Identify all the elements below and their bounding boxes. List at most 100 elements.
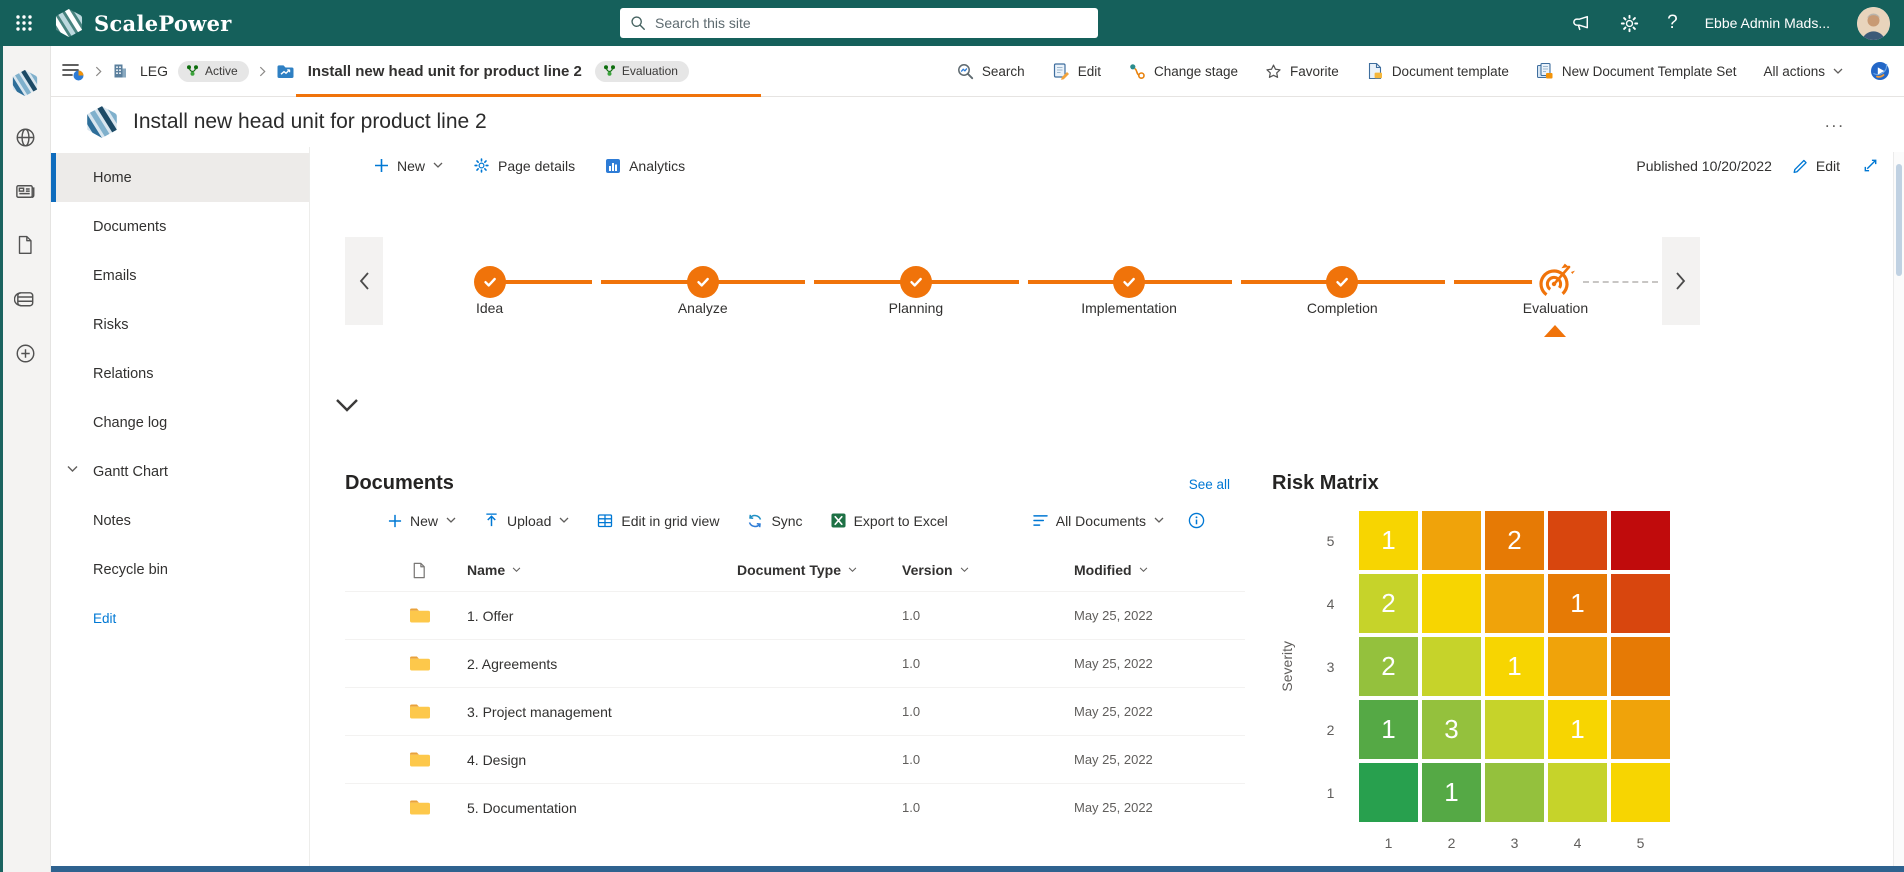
- timeline-stage[interactable]: Idea: [383, 237, 596, 325]
- collapse-section-chevron[interactable]: [334, 397, 360, 415]
- timeline-scroll-right[interactable]: [1662, 237, 1700, 325]
- column-header-document-type[interactable]: Document Type: [737, 562, 902, 578]
- risk-cell[interactable]: 2: [1485, 511, 1544, 570]
- all-actions-menu[interactable]: All actions: [1763, 64, 1843, 79]
- risk-cell[interactable]: 1: [1359, 700, 1418, 759]
- table-row[interactable]: 2. Agreements 1.0 May 25, 2022: [345, 639, 1245, 687]
- risk-cell[interactable]: [1611, 700, 1670, 759]
- risk-cell[interactable]: 1: [1548, 574, 1607, 633]
- risk-cell[interactable]: [1611, 511, 1670, 570]
- risk-cell[interactable]: [1359, 763, 1418, 822]
- risk-cell[interactable]: [1422, 637, 1481, 696]
- column-header-version[interactable]: Version: [902, 562, 1074, 578]
- risk-cell[interactable]: [1548, 763, 1607, 822]
- view-selector[interactable]: All Documents: [1032, 513, 1164, 529]
- rail-database-icon[interactable]: [0, 272, 50, 326]
- info-icon[interactable]: [1188, 512, 1205, 529]
- risk-cell[interactable]: [1485, 700, 1544, 759]
- settings-gear-icon[interactable]: [1619, 13, 1640, 34]
- avatar[interactable]: [1857, 6, 1890, 40]
- risk-cell[interactable]: [1611, 637, 1670, 696]
- rail-home-site[interactable]: [0, 56, 50, 110]
- user-name[interactable]: Ebbe Admin Mads...: [1705, 15, 1830, 31]
- sidebar-item[interactable]: Gantt Chart: [51, 447, 309, 496]
- app-launcher-icon[interactable]: [0, 0, 48, 46]
- risk-cell[interactable]: 1: [1548, 700, 1607, 759]
- risk-cell[interactable]: [1548, 511, 1607, 570]
- sidebar-item[interactable]: Risks: [51, 300, 309, 349]
- sidebar-item[interactable]: Recycle bin: [51, 545, 309, 594]
- rail-add-icon[interactable]: [0, 326, 50, 380]
- timeline-stage[interactable]: Completion: [1236, 237, 1449, 325]
- risk-cell[interactable]: 2: [1359, 637, 1418, 696]
- change-stage-action[interactable]: Change stage: [1128, 62, 1238, 80]
- table-row[interactable]: 1. Offer 1.0 May 25, 2022: [345, 591, 1245, 639]
- site-search-input[interactable]: [655, 15, 1088, 31]
- table-row[interactable]: 3. Project management 1.0 May 25, 2022: [345, 687, 1245, 735]
- new-document-template-set-action[interactable]: New Document Template Set: [1536, 62, 1736, 80]
- risk-cell[interactable]: [1611, 763, 1670, 822]
- expand-icon[interactable]: [1862, 157, 1879, 174]
- page-details-button[interactable]: Page details: [473, 157, 575, 174]
- vertical-scrollbar[interactable]: [1893, 152, 1904, 872]
- timeline-stage[interactable]: Implementation: [1023, 237, 1236, 325]
- edit-page-button[interactable]: Edit: [1792, 157, 1840, 174]
- column-header-modified[interactable]: Modified: [1074, 562, 1245, 578]
- timeline-stage[interactable]: Analyze: [596, 237, 809, 325]
- edit-action[interactable]: Edit: [1052, 62, 1101, 80]
- more-options-icon[interactable]: ...: [1825, 112, 1845, 132]
- timeline-stage[interactable]: Planning: [809, 237, 1022, 325]
- sync-button[interactable]: Sync: [747, 513, 803, 529]
- sidebar-item[interactable]: Change log: [51, 398, 309, 447]
- timeline-scroll-left[interactable]: [345, 237, 383, 325]
- favorite-action[interactable]: Favorite: [1265, 63, 1339, 80]
- rail-globe-icon[interactable]: [0, 110, 50, 164]
- risk-cell[interactable]: [1485, 763, 1544, 822]
- assistant-bubble[interactable]: [1870, 61, 1890, 81]
- sidebar-item[interactable]: Documents: [51, 202, 309, 251]
- upload-button[interactable]: Upload: [484, 513, 569, 529]
- risk-cell[interactable]: 1: [1359, 511, 1418, 570]
- export-to-excel-button[interactable]: Export to Excel: [831, 513, 948, 529]
- risk-cell[interactable]: [1548, 637, 1607, 696]
- document-template-action[interactable]: Document template: [1366, 62, 1509, 80]
- risk-cell[interactable]: 1: [1485, 637, 1544, 696]
- scrollbar-thumb[interactable]: [1896, 164, 1902, 276]
- site-list-menu-icon[interactable]: [61, 61, 85, 81]
- risk-cell[interactable]: [1422, 574, 1481, 633]
- column-header-name[interactable]: Name: [467, 562, 737, 578]
- help-icon[interactable]: ?: [1667, 12, 1678, 34]
- announcements-icon[interactable]: [1571, 13, 1592, 34]
- see-all-link[interactable]: See all: [1189, 477, 1230, 492]
- sidebar-item[interactable]: Emails: [51, 251, 309, 300]
- rail-document-icon[interactable]: [0, 218, 50, 272]
- table-row[interactable]: 5. Documentation 1.0 May 25, 2022: [345, 783, 1245, 831]
- risk-cell[interactable]: [1485, 574, 1544, 633]
- breadcrumb-page[interactable]: Install new head unit for product line 2: [308, 63, 582, 80]
- risk-cell[interactable]: [1422, 511, 1481, 570]
- rail-news-icon[interactable]: [0, 164, 50, 218]
- timeline-stage[interactable]: Evaluation: [1449, 237, 1662, 325]
- table-row[interactable]: 4. Design 1.0 May 25, 2022: [345, 735, 1245, 783]
- page-stage-badge[interactable]: Evaluation: [594, 60, 689, 82]
- analytics-button[interactable]: Analytics: [605, 158, 685, 174]
- documents-new-button[interactable]: New: [388, 513, 456, 529]
- edit-grid-view-button[interactable]: Edit in grid view: [597, 513, 719, 529]
- site-search-box[interactable]: [620, 8, 1098, 38]
- risk-cell[interactable]: 2: [1359, 574, 1418, 633]
- scalepower-logo[interactable]: ScalePower: [54, 8, 232, 38]
- risk-cell[interactable]: 3: [1422, 700, 1481, 759]
- risk-cell[interactable]: [1611, 574, 1670, 633]
- sidebar-item[interactable]: Relations: [51, 349, 309, 398]
- sidebar-item[interactable]: Notes: [51, 496, 309, 545]
- sidebar-item[interactable]: Home: [51, 153, 309, 202]
- new-button[interactable]: New: [374, 158, 443, 174]
- site-status-badge[interactable]: Active: [178, 60, 249, 82]
- horizontal-scrollbar[interactable]: [51, 866, 1904, 872]
- breadcrumb-site[interactable]: LEG: [140, 63, 168, 79]
- risk-cell[interactable]: 1: [1422, 763, 1481, 822]
- file-type-column-icon[interactable]: [345, 562, 467, 579]
- main-content: New Page details Analytics Published 10/…: [310, 147, 1893, 872]
- sidebar-item[interactable]: Edit: [51, 594, 309, 643]
- search-action[interactable]: Search: [956, 62, 1025, 80]
